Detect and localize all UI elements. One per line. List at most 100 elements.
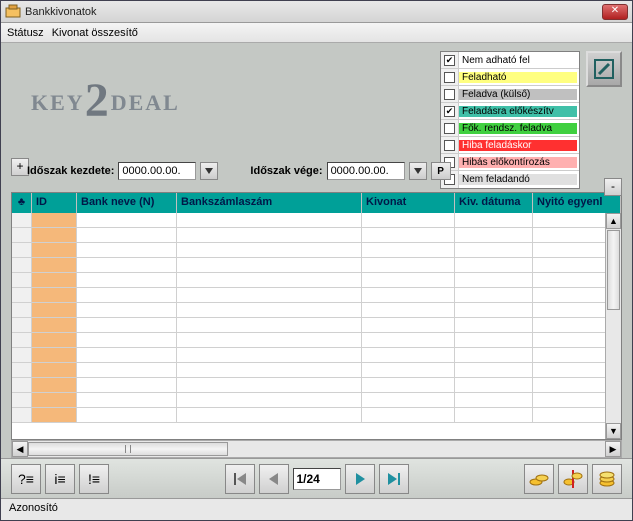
toolbar: ?≡ i≡ !≡	[1, 458, 632, 498]
table-cell	[32, 273, 77, 287]
content: KEY2DEAL ✔Nem adható felFeladhatóFeladva…	[1, 43, 632, 520]
table-cell	[12, 273, 32, 287]
table-cell	[362, 318, 455, 332]
vertical-scrollbar[interactable]: ▲ ▼	[605, 213, 621, 439]
prev-page-button[interactable]	[259, 464, 289, 494]
table-row[interactable]	[12, 363, 621, 378]
coins-button-1[interactable]	[524, 464, 554, 494]
status-checkbox[interactable]: ✔	[441, 103, 459, 119]
edit-button[interactable]	[586, 51, 622, 87]
table-cell	[12, 318, 32, 332]
coins-button-2[interactable]	[558, 464, 588, 494]
logo-left: KEY	[31, 90, 85, 115]
status-row-2[interactable]: Feladva (külső)	[441, 86, 579, 103]
grid-body[interactable]: ▲ ▼	[12, 213, 621, 439]
coin-stack-icon	[596, 468, 618, 490]
status-row-4[interactable]: Fők. rendsz. feladva	[441, 120, 579, 137]
status-checkbox[interactable]	[441, 86, 459, 102]
col-date[interactable]: Kiv. dátuma	[455, 193, 533, 213]
grid-header: ♣ ID Bank neve (N) Bankszámlaszám Kivona…	[12, 193, 621, 213]
col-balance[interactable]: Nyitó egyenl	[533, 193, 621, 213]
hscroll-thumb[interactable]	[28, 442, 228, 456]
window: Bankkivonatok ✕ Státusz Kivonat összesít…	[0, 0, 633, 521]
logo-mid: 2	[85, 74, 111, 127]
table-cell	[455, 333, 533, 347]
app-icon	[5, 4, 21, 20]
status-label: Feladható	[459, 72, 577, 83]
status-row-1[interactable]: Feladható	[441, 69, 579, 86]
table-cell	[362, 213, 455, 227]
table-cell	[455, 393, 533, 407]
status-checkbox[interactable]: ✔	[441, 52, 459, 68]
scroll-thumb[interactable]	[607, 230, 620, 310]
col-extract[interactable]: Kivonat	[362, 193, 455, 213]
table-row[interactable]	[12, 378, 621, 393]
info-button[interactable]: i≡	[45, 464, 75, 494]
end-date-label: Időszak vége:	[250, 165, 322, 177]
table-cell	[362, 258, 455, 272]
table-row[interactable]	[12, 303, 621, 318]
table-row[interactable]	[12, 318, 621, 333]
table-cell	[12, 363, 32, 377]
coins-button-3[interactable]	[592, 464, 622, 494]
table-cell	[177, 348, 362, 362]
scroll-track[interactable]	[28, 441, 605, 457]
table-cell	[455, 378, 533, 392]
table-cell	[77, 288, 177, 302]
status-checkbox[interactable]	[441, 69, 459, 85]
remove-button[interactable]: -	[604, 178, 622, 196]
close-button[interactable]: ✕	[602, 4, 628, 20]
table-cell	[455, 258, 533, 272]
scroll-up-icon[interactable]: ▲	[606, 213, 621, 229]
table-row[interactable]	[12, 348, 621, 363]
scroll-down-icon[interactable]: ▼	[606, 423, 621, 439]
table-row[interactable]	[12, 408, 621, 423]
scroll-right-icon[interactable]: ▶	[605, 441, 621, 457]
table-row[interactable]	[12, 273, 621, 288]
menu-status[interactable]: Státusz	[7, 27, 44, 39]
status-row-5[interactable]: Hiba feladáskor	[441, 137, 579, 154]
table-cell	[32, 258, 77, 272]
last-page-button[interactable]	[379, 464, 409, 494]
table-row[interactable]	[12, 213, 621, 228]
table-cell	[32, 378, 77, 392]
start-date-input[interactable]	[118, 162, 196, 180]
end-date-input[interactable]	[327, 162, 405, 180]
col-bankname[interactable]: Bank neve (N)	[77, 193, 177, 213]
status-row-3[interactable]: ✔Feladásra előkészítv	[441, 103, 579, 120]
status-row-0[interactable]: ✔Nem adható fel	[441, 52, 579, 69]
table-cell	[362, 243, 455, 257]
table-row[interactable]	[12, 333, 621, 348]
coins-split-icon	[562, 468, 584, 490]
note-button[interactable]: !≡	[79, 464, 109, 494]
table-cell	[177, 393, 362, 407]
table-cell	[77, 378, 177, 392]
table-row[interactable]	[12, 228, 621, 243]
table-cell	[362, 273, 455, 287]
upper-panel: KEY2DEAL ✔Nem adható felFeladhatóFeladva…	[1, 43, 632, 188]
first-icon	[232, 471, 248, 487]
help-button[interactable]: ?≡	[11, 464, 41, 494]
end-date-picker[interactable]	[409, 162, 427, 180]
p-button[interactable]: P	[431, 162, 451, 180]
next-page-button[interactable]	[345, 464, 375, 494]
col-account[interactable]: Bankszámlaszám	[177, 193, 362, 213]
status-checkbox[interactable]	[441, 120, 459, 136]
page-counter[interactable]	[293, 468, 341, 490]
first-page-button[interactable]	[225, 464, 255, 494]
horizontal-scrollbar[interactable]: ◀ ▶	[11, 440, 622, 458]
table-row[interactable]	[12, 393, 621, 408]
col-id[interactable]: ID	[32, 193, 77, 213]
table-row[interactable]	[12, 258, 621, 273]
table-cell	[77, 213, 177, 227]
table-row[interactable]	[12, 288, 621, 303]
status-label: Hiba feladáskor	[459, 140, 577, 151]
table-row[interactable]	[12, 243, 621, 258]
col-marker[interactable]: ♣	[12, 193, 32, 213]
arrow-down-icon	[413, 166, 423, 176]
status-checkbox[interactable]	[441, 137, 459, 153]
menu-summary[interactable]: Kivonat összesítő	[52, 27, 138, 39]
start-date-picker[interactable]	[200, 162, 218, 180]
table-cell	[455, 303, 533, 317]
scroll-left-icon[interactable]: ◀	[12, 441, 28, 457]
